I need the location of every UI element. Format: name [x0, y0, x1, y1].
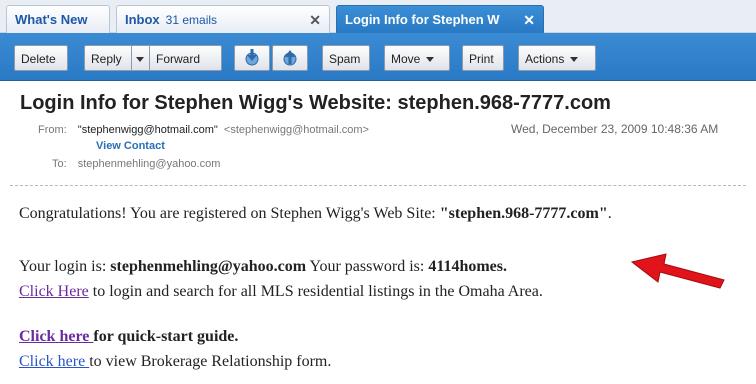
- website-name: "stephen.968-7777.com": [439, 205, 608, 222]
- recipient-email: stephenmehling@yahoo.com: [77, 158, 221, 170]
- caret-down-icon: [426, 57, 435, 63]
- tab-label: Login Info for Stephen W: [345, 12, 500, 27]
- body-line-mls: Click Here to login and search for all M…: [19, 283, 543, 301]
- reply-label: Reply: [91, 52, 122, 66]
- print-button[interactable]: Print: [462, 45, 504, 71]
- caret-down-icon: [136, 57, 144, 63]
- header-divider: [10, 185, 746, 186]
- tab-bar: What's New Inbox 31 emails ✕ Login Info f…: [0, 0, 756, 34]
- print-label: Print: [469, 52, 494, 66]
- down-arrow-icon: [245, 49, 259, 66]
- forward-label: Forward: [156, 52, 201, 66]
- next-message-button[interactable]: [234, 45, 270, 71]
- body-line-guide: Click here for quick-start guide.: [19, 328, 238, 346]
- close-icon[interactable]: ✕: [523, 12, 535, 29]
- body-line-brokerage: Click here to view Brokerage Relationshi…: [19, 353, 331, 371]
- tab-label: Inbox: [125, 12, 160, 27]
- login-label: Your login is:: [19, 258, 111, 275]
- forward-button[interactable]: Forward: [149, 46, 221, 70]
- brokerage-text: to view Brokerage Relationship form.: [89, 353, 332, 370]
- period: .: [607, 205, 612, 222]
- body-line-credentials: Your login is: stephenmehling@yahoo.com …: [19, 258, 507, 276]
- delete-label: Delete: [21, 52, 56, 66]
- spam-label: Spam: [329, 52, 361, 66]
- login-value: stephenmehling@yahoo.com: [110, 258, 307, 275]
- quick-start-guide-link[interactable]: Click here: [19, 328, 93, 345]
- close-icon[interactable]: ✕: [309, 12, 321, 29]
- delete-button[interactable]: Delete: [14, 45, 68, 71]
- red-annotation-arrow: [630, 253, 725, 289]
- sender-email: <stephenwigg@hotmail.com>: [223, 124, 369, 136]
- message-subject: Login Info for Stephen Wigg's Website: s…: [20, 92, 611, 114]
- move-button[interactable]: Move: [384, 45, 450, 71]
- spam-button[interactable]: Spam: [322, 45, 370, 71]
- body-line-registration: Congratulations! You are registered on S…: [19, 205, 612, 223]
- mls-text: to login and search for all MLS resident…: [88, 283, 543, 300]
- registration-text: Congratulations! You are registered on S…: [19, 205, 440, 222]
- up-arrow-icon: [283, 50, 297, 66]
- message-toolbar: Delete Reply Forward Spam Move Print Act…: [0, 33, 756, 81]
- sender-name[interactable]: "stephenwigg@hotmail.com": [78, 124, 218, 136]
- reply-forward-group: Reply Forward: [84, 45, 222, 71]
- actions-button[interactable]: Actions: [518, 45, 596, 71]
- reply-button[interactable]: Reply: [85, 46, 131, 70]
- previous-message-button[interactable]: [272, 45, 308, 71]
- brokerage-form-link[interactable]: Click here: [19, 353, 89, 370]
- mls-login-link[interactable]: Click Here: [19, 283, 89, 300]
- move-label: Move: [391, 52, 421, 66]
- tab-whats-new[interactable]: What's New: [6, 5, 110, 34]
- tab-label: What's New: [15, 12, 88, 27]
- tab-login-info[interactable]: Login Info for Stephen W ✕: [336, 5, 544, 34]
- view-contact-link[interactable]: View Contact: [96, 140, 165, 152]
- actions-label: Actions: [525, 52, 565, 66]
- message-date: Wed, December 23, 2009 10:48:36 AM: [511, 122, 719, 136]
- to-row: To: stephenmehling@yahoo.com: [52, 158, 220, 170]
- reply-options-button[interactable]: [131, 46, 149, 70]
- tab-inbox[interactable]: Inbox 31 emails ✕: [116, 5, 330, 34]
- to-label: To:: [52, 158, 67, 170]
- from-label: From:: [38, 124, 67, 136]
- password-label: Your password is:: [306, 258, 429, 275]
- guide-text: for quick-start guide.: [93, 328, 239, 345]
- email-count: 31 emails: [165, 13, 218, 27]
- password-value: 4114homes.: [428, 258, 507, 275]
- caret-down-icon: [570, 57, 579, 63]
- from-row: From: "stephenwigg@hotmail.com" <stephen…: [38, 124, 369, 136]
